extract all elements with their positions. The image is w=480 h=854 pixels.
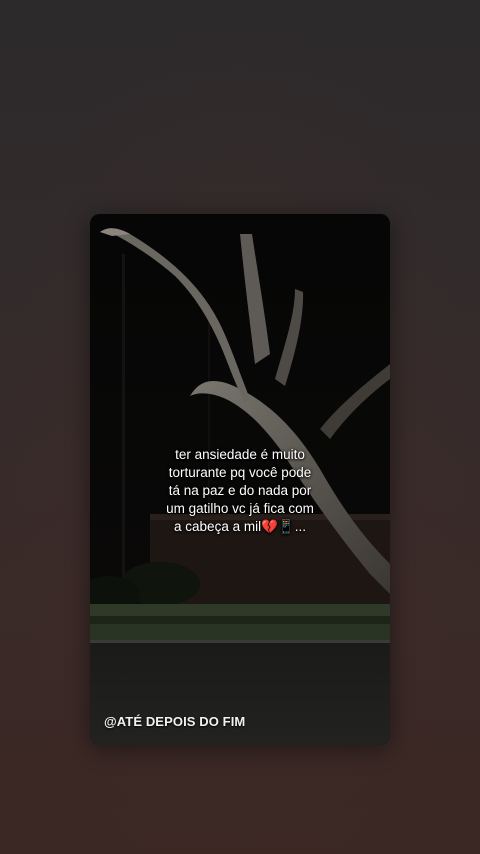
caption-line: a cabeça a mil💔📱... xyxy=(174,519,306,534)
watermark-handle: @ATÉ DEPOIS DO FIM xyxy=(104,714,246,729)
caption-line: ter ansiedade é muito xyxy=(175,447,305,462)
caption-line: tá na paz e do nada por xyxy=(168,483,312,498)
story-caption: ter ansiedade é muito torturante pq você… xyxy=(90,446,390,536)
caption-line: um gatilho vc já fica com xyxy=(166,501,314,516)
caption-line: torturante pq você pode xyxy=(168,465,312,480)
story-card[interactable]: ter ansiedade é muito torturante pq você… xyxy=(90,214,390,745)
